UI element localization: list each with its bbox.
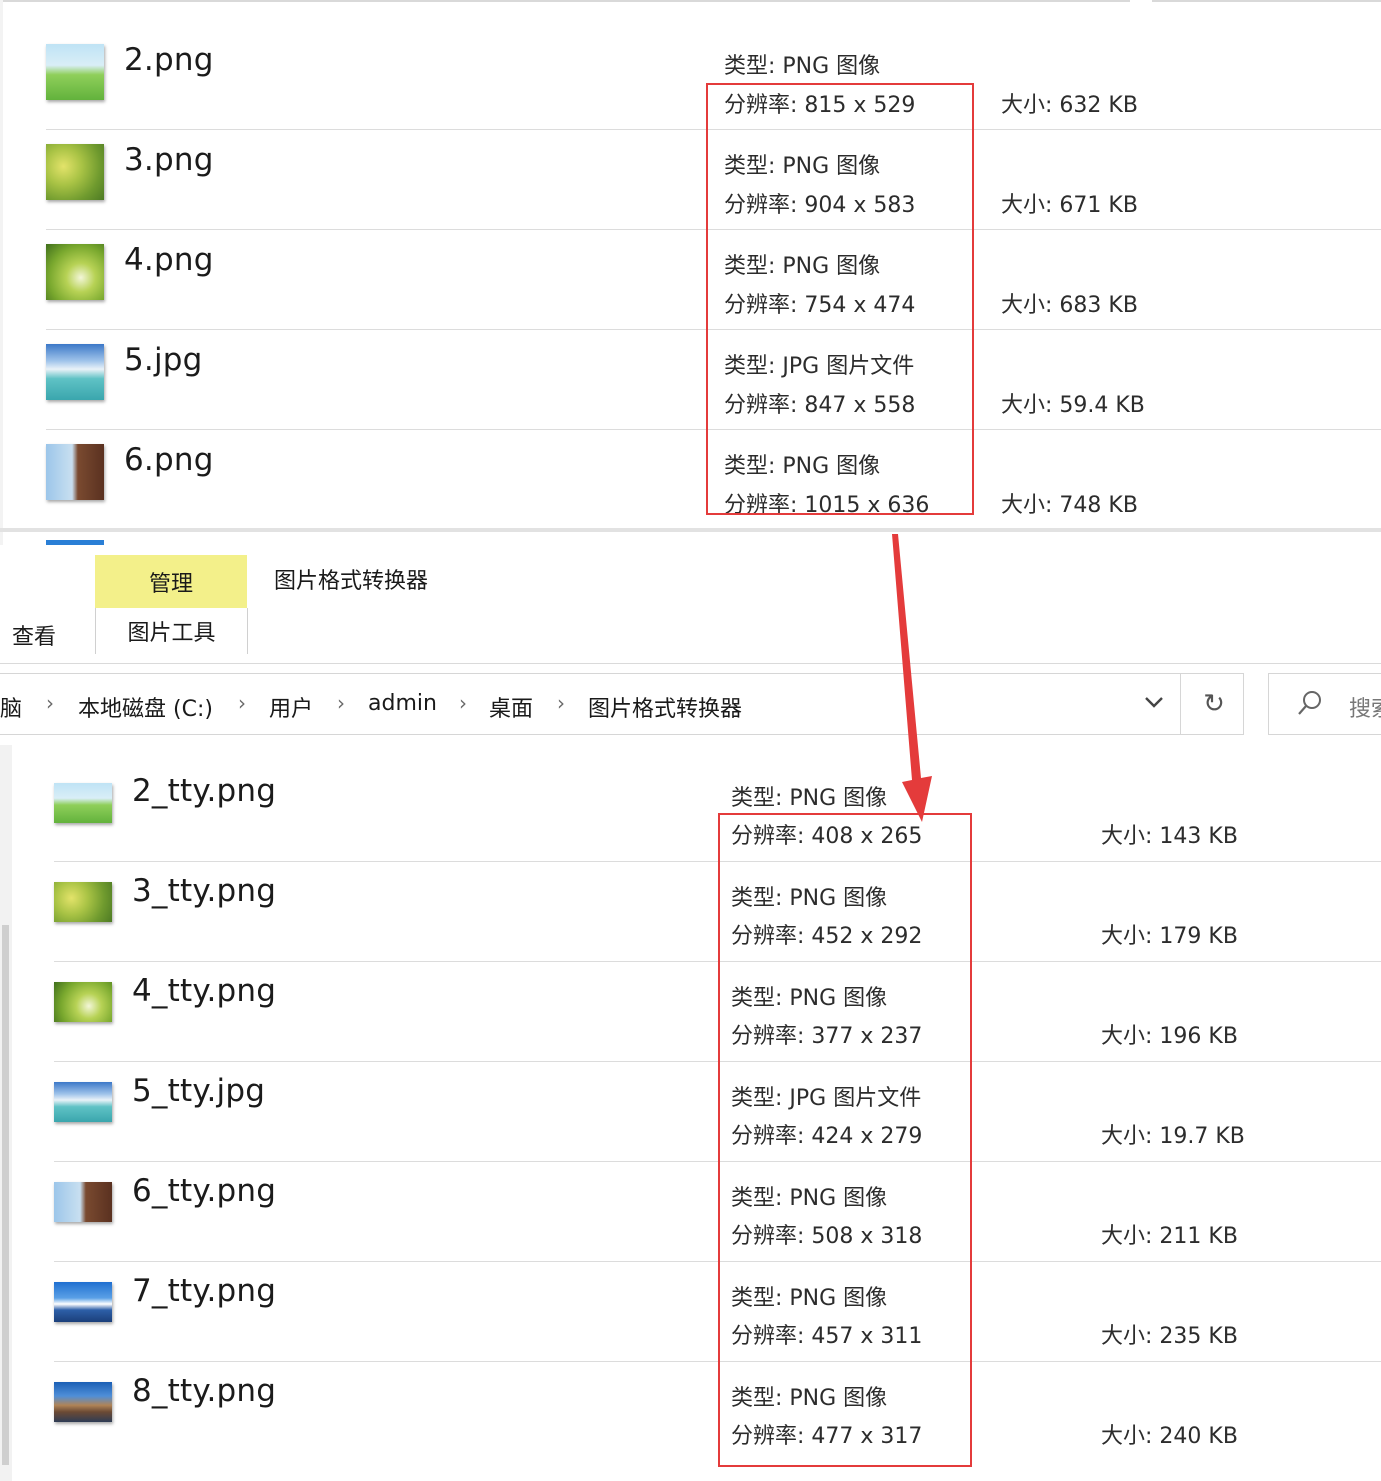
annotation-box-original (706, 83, 974, 515)
file-name: 4.png (124, 242, 214, 278)
original-files-panel: 2.png 类型: PNG 图像 分辨率: 815 x 529 大小: 632 … (0, 0, 1381, 545)
file-name: 3.png (124, 142, 214, 178)
file-row[interactable]: 7_tty.png 类型: PNG 图像 分辨率: 457 x 311 大小: … (0, 1262, 1381, 1361)
file-name: 5.jpg (124, 342, 203, 378)
file-row[interactable]: 6_tty.png 类型: PNG 图像 分辨率: 508 x 318 大小: … (0, 1162, 1381, 1261)
breadcrumb-separator: › (238, 691, 246, 715)
file-size: 大小: 240 KB (1101, 1424, 1238, 1449)
file-name: 6.png (124, 442, 214, 478)
image-thumbnail (54, 1182, 112, 1222)
top-edge-line (0, 0, 1130, 2)
file-row[interactable]: 5_tty.jpg 类型: JPG 图片文件 分辨率: 424 x 279 大小… (0, 1062, 1381, 1161)
image-thumbnail (54, 783, 112, 823)
refresh-icon[interactable]: ↻ (1196, 686, 1232, 722)
explorer-window: 管理 图片格式转换器 查看 图片工具 脑 › 本地磁盘 (C:) › 用户 › … (0, 545, 1381, 1481)
file-size: 大小: 235 KB (1101, 1324, 1238, 1349)
file-row[interactable]: 3.png 类型: PNG 图像 分辨率: 904 x 583 大小: 671 … (0, 130, 1381, 230)
file-size: 大小: 196 KB (1101, 1024, 1238, 1049)
file-size: 大小: 59.4 KB (1001, 393, 1145, 418)
file-name: 5_tty.jpg (132, 1073, 266, 1109)
file-row[interactable]: 5.jpg 类型: JPG 图片文件 分辨率: 847 x 558 大小: 59… (0, 330, 1381, 430)
breadcrumb-this-pc[interactable]: 脑 (0, 691, 22, 723)
file-size: 大小: 211 KB (1101, 1224, 1238, 1249)
file-name: 7_tty.png (132, 1273, 277, 1309)
file-row[interactable]: 6.png 类型: PNG 图像 分辨率: 1015 x 636 大小: 748… (0, 430, 1381, 528)
tab-view[interactable]: 查看 (12, 619, 56, 651)
file-size: 大小: 671 KB (1001, 193, 1138, 218)
file-type: 类型: PNG 图像 (731, 786, 888, 811)
file-size: 大小: 143 KB (1101, 824, 1238, 849)
top-edge-line-right (1152, 0, 1381, 2)
image-thumbnail (54, 882, 112, 922)
ribbon: 管理 图片格式转换器 查看 图片工具 (0, 545, 1381, 664)
file-name: 6_tty.png (132, 1173, 277, 1209)
breadcrumb-separator: › (337, 691, 345, 715)
tab-manage[interactable]: 管理 (95, 555, 247, 608)
image-thumbnail (46, 244, 104, 300)
image-thumbnail (46, 344, 104, 400)
file-name: 8_tty.png (132, 1373, 277, 1409)
annotation-arrow-icon (892, 534, 932, 822)
annotation-box-converted (718, 813, 972, 1467)
chevron-down-icon[interactable] (1140, 688, 1168, 716)
search-input[interactable]: 搜索 (1268, 673, 1381, 735)
image-thumbnail (46, 44, 104, 100)
file-size: 大小: 748 KB (1001, 493, 1138, 518)
file-name: 2_tty.png (132, 773, 277, 809)
file-row[interactable]: 2.png 类型: PNG 图像 分辨率: 815 x 529 大小: 632 … (0, 30, 1381, 130)
file-type: 类型: PNG 图像 (724, 54, 881, 79)
image-thumbnail (54, 982, 112, 1022)
panel-bottom-border (0, 528, 1381, 532)
breadcrumb-admin[interactable]: admin (368, 691, 437, 716)
context-title: 图片格式转换器 (274, 569, 429, 594)
file-row[interactable]: 2_tty.png 类型: PNG 图像 分辨率: 408 x 265 大小: … (0, 745, 1381, 861)
file-row[interactable]: 3_tty.png 类型: PNG 图像 分辨率: 452 x 292 大小: … (0, 862, 1381, 961)
file-name: 2.png (124, 42, 214, 78)
search-icon (1298, 691, 1321, 715)
image-thumbnail (54, 1282, 112, 1322)
breadcrumb-local-disk[interactable]: 本地磁盘 (C:) (78, 691, 213, 723)
address-bar[interactable]: 脑 › 本地磁盘 (C:) › 用户 › admin › 桌面 › 图片格式转换… (0, 673, 1244, 735)
file-name: 4_tty.png (132, 973, 277, 1009)
image-thumbnail (46, 444, 104, 500)
breadcrumb-current-folder[interactable]: 图片格式转换器 (588, 691, 742, 723)
tab-picture-tools[interactable]: 图片工具 (95, 608, 248, 654)
breadcrumb-separator: › (459, 691, 467, 715)
breadcrumb-separator: › (557, 691, 565, 715)
file-list: 2_tty.png 类型: PNG 图像 分辨率: 408 x 265 大小: … (0, 745, 1381, 1481)
image-thumbnail (54, 1082, 112, 1122)
file-size: 大小: 19.7 KB (1101, 1124, 1245, 1149)
file-size: 大小: 683 KB (1001, 293, 1138, 318)
breadcrumb-desktop[interactable]: 桌面 (489, 691, 533, 723)
address-divider (1180, 674, 1181, 734)
file-size: 大小: 179 KB (1101, 924, 1238, 949)
search-placeholder: 搜索 (1349, 697, 1381, 722)
file-row[interactable]: 4.png 类型: PNG 图像 分辨率: 754 x 474 大小: 683 … (0, 230, 1381, 330)
file-name: 3_tty.png (132, 873, 277, 909)
file-row[interactable]: 4_tty.png 类型: PNG 图像 分辨率: 377 x 237 大小: … (0, 962, 1381, 1061)
image-thumbnail (54, 1382, 112, 1422)
file-row[interactable]: 8_tty.png 类型: PNG 图像 分辨率: 477 x 317 大小: … (0, 1362, 1381, 1461)
file-size: 大小: 632 KB (1001, 93, 1138, 118)
image-thumbnail (46, 144, 104, 200)
breadcrumb-separator: › (46, 691, 54, 715)
breadcrumb-users[interactable]: 用户 (269, 691, 313, 723)
